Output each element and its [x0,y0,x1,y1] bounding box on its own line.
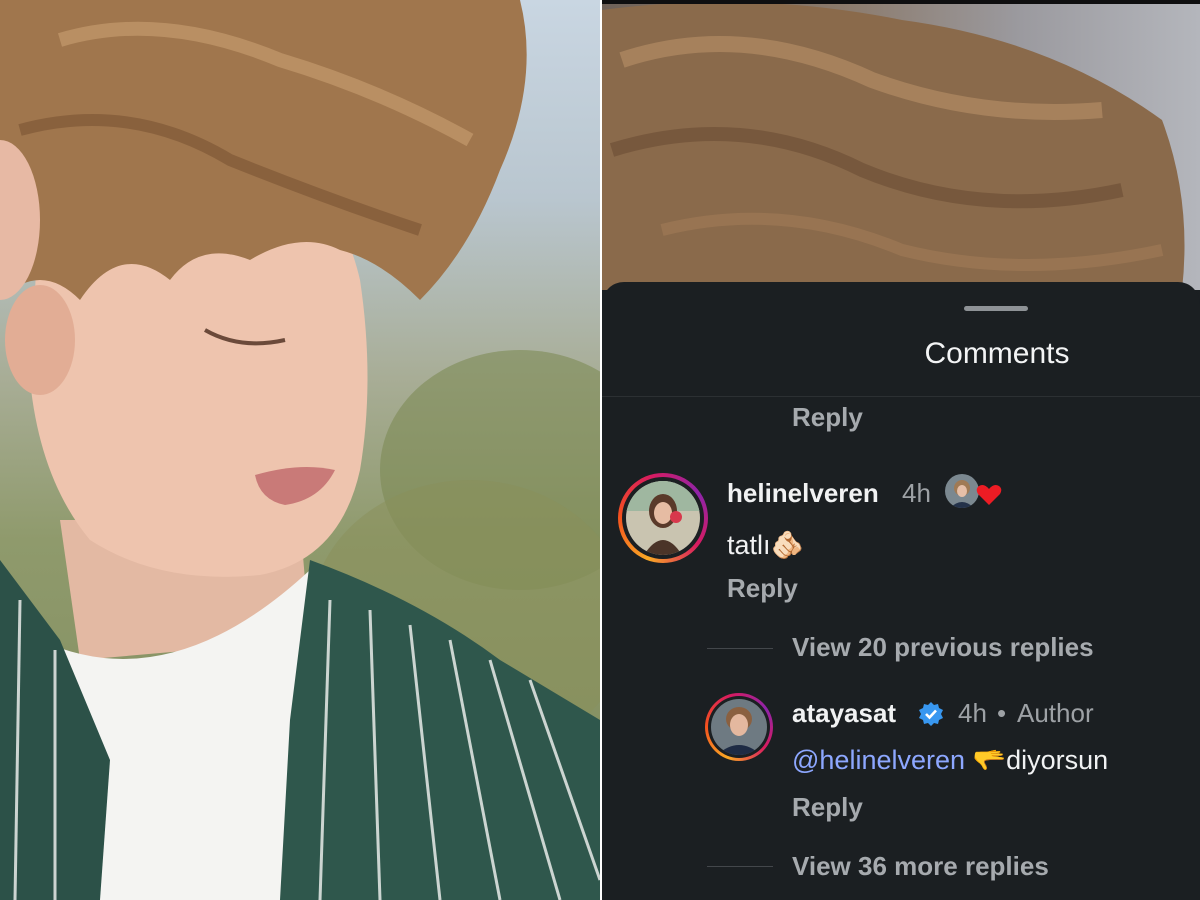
author-like-avatar [945,474,979,508]
view-previous-replies-button[interactable]: View 20 previous replies [792,632,1094,663]
thread-line [707,866,773,867]
header-separator [602,396,1200,397]
comment-username[interactable]: helinelveren [727,478,879,509]
avatar [711,699,767,755]
avatar-image [626,481,700,555]
reply-button[interactable]: Reply [792,792,863,823]
avatar-story-ring[interactable] [618,473,708,563]
thread-line [707,648,773,649]
comment-time: 4h [902,478,931,508]
comment-text: tatlı🫵🏻 [727,530,805,560]
drag-handle[interactable] [964,306,1028,311]
sheet-title: Comments [924,337,1070,370]
post-photo[interactable] [602,0,1200,290]
verified-badge-icon [919,702,943,726]
portrait-illustration [0,0,600,900]
avatar [626,481,700,555]
reply-text: @helinelveren 🫳diyorsun [792,744,1108,776]
reply-button-previous[interactable]: Reply [792,402,863,433]
reply-text-body: 🫳diyorsun [965,745,1109,775]
separator-dot: • [997,698,1007,728]
comments-sheet: Comments Reply helinelveren 4h tatlı🫵🏻 R… [602,282,1200,900]
mention-link[interactable]: @helinelveren [792,745,965,775]
status-bar [602,0,1200,4]
reply-button[interactable]: Reply [727,573,798,604]
view-more-replies-button[interactable]: View 36 more replies [792,851,1049,882]
hair-illustration [602,2,1185,290]
photo-left [0,0,600,900]
avatar-image [711,699,767,755]
reply-time: 4h [958,698,987,728]
avatar-story-ring[interactable] [705,693,773,761]
author-avatar-icon [945,474,979,508]
author-badge: Author [1017,698,1094,728]
reply-username[interactable]: atayasat [792,698,896,729]
heart-icon [976,485,1002,505]
